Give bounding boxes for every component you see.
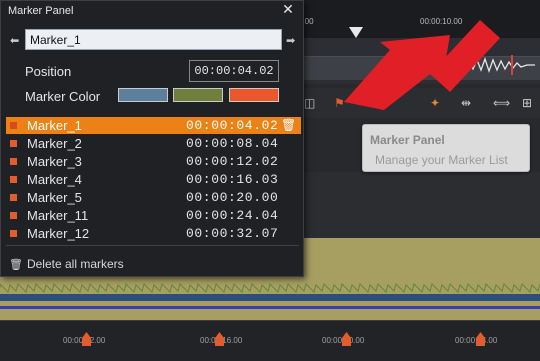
timeline-marker-pin[interactable] xyxy=(215,332,224,346)
marker-list-item[interactable]: Marker_3 00:00:12.02 xyxy=(6,153,301,170)
divider xyxy=(6,245,299,246)
marker-color-icon xyxy=(10,194,17,201)
marker-time: 00:00:16.03 xyxy=(186,172,279,187)
marker-color-icon xyxy=(10,176,17,183)
next-marker-icon[interactable]: ➡ xyxy=(286,34,295,47)
video-track xyxy=(300,172,540,238)
snapshot-icon[interactable]: ◫ xyxy=(304,96,315,110)
marker-time: 00:00:20.00 xyxy=(186,190,279,205)
delete-all-label: Delete all markers xyxy=(26,257,124,271)
trash-icon: 🗑 xyxy=(9,259,23,271)
panel-title: Marker Panel xyxy=(8,5,74,17)
marker-panel: Marker Panel ✕ ⬅ ➡ Position 00:00:04.02 … xyxy=(0,0,304,277)
timeline-marker-pin[interactable] xyxy=(476,332,485,346)
audio-waveform xyxy=(0,283,540,309)
marker-name: Marker_5 xyxy=(27,190,82,205)
marker-time: 00:00:04.02 xyxy=(186,118,279,133)
annotation-arrow-icon xyxy=(344,20,500,110)
marker-list-item[interactable]: Marker_11 00:00:24.04 xyxy=(6,207,301,224)
marker-panel-tooltip: Marker Panel Manage your Marker List xyxy=(362,124,530,172)
marker-time: 00:00:24.04 xyxy=(186,208,279,223)
marker-list-item[interactable]: Marker_12 00:00:32.07 xyxy=(6,225,301,242)
delete-all-button[interactable]: 🗑 Delete all markers xyxy=(9,257,124,271)
marker-name: Marker_1 xyxy=(27,118,82,133)
marker-color-icon xyxy=(10,230,17,237)
tooltip-title: Marker Panel xyxy=(370,133,445,147)
timeline-marker-pin[interactable] xyxy=(342,332,351,346)
marker-color-icon xyxy=(10,122,17,129)
marker-name: Marker_2 xyxy=(27,136,82,151)
marker-color-icon xyxy=(10,140,17,147)
marker-time: 00:00:12.02 xyxy=(186,154,279,169)
marker-list: Marker_1 00:00:04.02 🗑 Marker_2 00:00:08.04 M… xyxy=(6,117,301,243)
marker-list-item[interactable]: Marker_4 00:00:16.03 xyxy=(6,171,301,188)
close-icon[interactable]: ✕ xyxy=(280,1,296,18)
delete-marker-icon[interactable]: 🗑 xyxy=(281,118,296,132)
marker-time: 00:00:32.07 xyxy=(186,226,279,241)
marker-name: Marker_3 xyxy=(27,154,82,169)
marker-name: Marker_11 xyxy=(27,208,89,223)
marker-list-item[interactable]: Marker_2 00:00:08.04 xyxy=(6,135,301,152)
marker-list-item[interactable]: Marker_1 00:00:04.02 🗑 xyxy=(6,117,301,134)
timeline-marker-pin[interactable] xyxy=(82,332,91,346)
color-swatch-blue[interactable] xyxy=(118,88,168,102)
marker-name: Marker_4 xyxy=(27,172,82,187)
color-swatch-red[interactable] xyxy=(229,88,279,102)
previous-marker-icon[interactable]: ⬅ xyxy=(10,34,19,47)
marker-name: Marker_12 xyxy=(27,226,90,241)
marker-color-icon xyxy=(10,212,17,219)
tooltip-subtitle: Manage your Marker List xyxy=(375,153,508,167)
position-field[interactable]: 00:00:04.02 xyxy=(189,60,279,82)
color-swatch-green[interactable] xyxy=(173,88,223,102)
marker-list-item[interactable]: Marker_5 00:00:20.00 xyxy=(6,189,301,206)
position-label: Position xyxy=(25,64,72,79)
marker-color-icon xyxy=(10,158,17,165)
marker-time: 00:00:08.04 xyxy=(186,136,279,151)
marker-color-label: Marker Color xyxy=(25,89,101,104)
marker-name-input[interactable] xyxy=(25,29,282,50)
